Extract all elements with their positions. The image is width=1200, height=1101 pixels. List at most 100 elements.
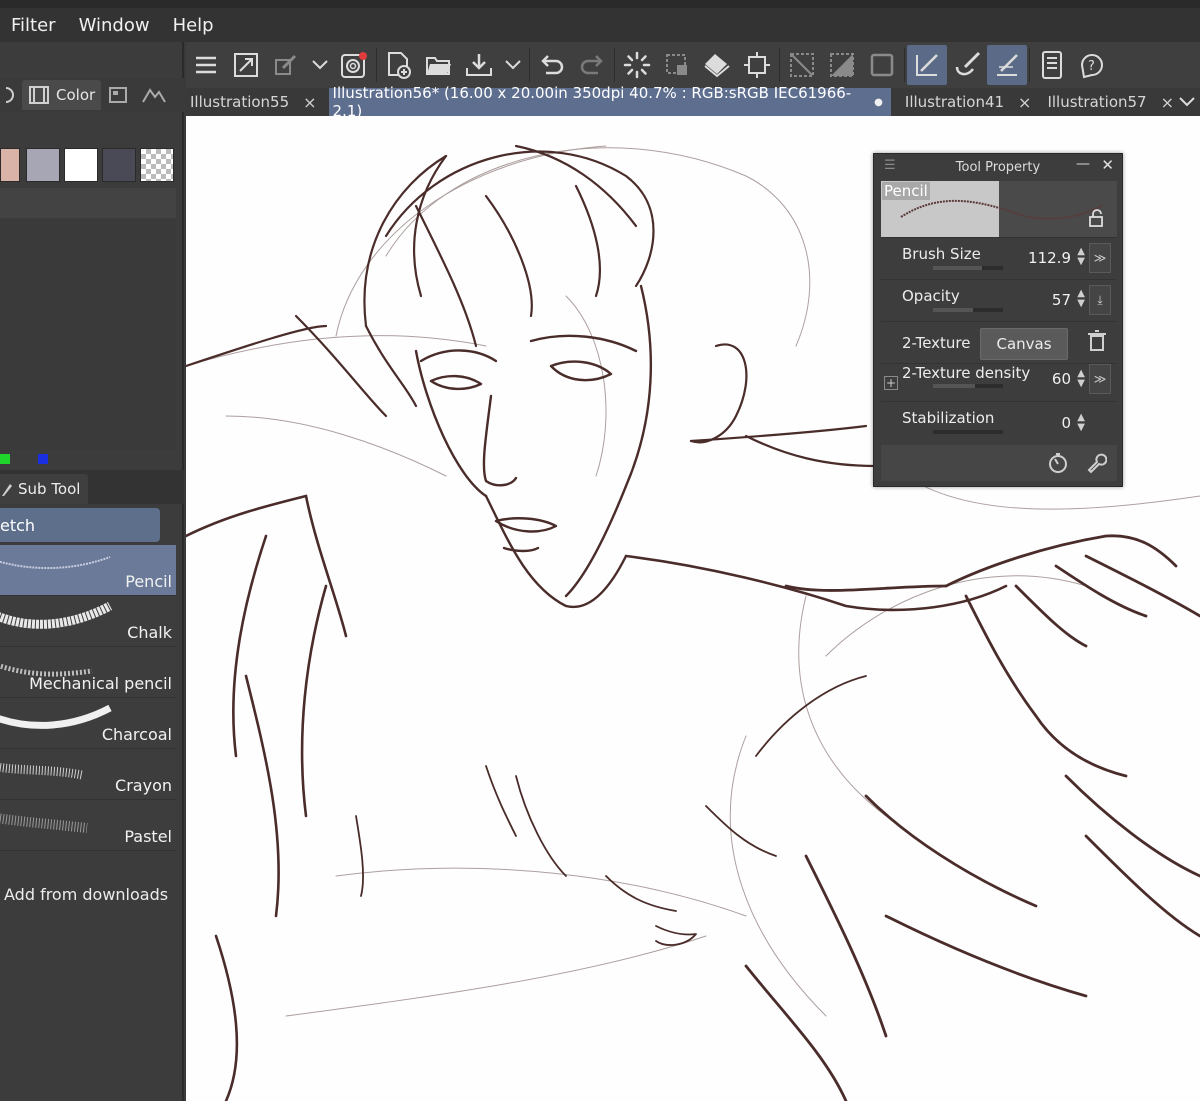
texture-density-value[interactable]: 60 <box>1052 370 1071 388</box>
open-folder-icon[interactable] <box>419 45 459 85</box>
hamburger-menu-icon[interactable] <box>186 45 226 85</box>
film-strip-icon <box>29 86 49 104</box>
redo-icon[interactable] <box>572 45 612 85</box>
brush-stroke-icon[interactable] <box>947 45 987 85</box>
spin-arrows-icon[interactable]: ▲ ▼ <box>1077 369 1085 389</box>
tab-label: Illustration57 <box>1047 93 1147 111</box>
perspective-ruler-icon[interactable] <box>987 45 1027 85</box>
texture-density-row[interactable]: + 2-Texture density 60 ▲ ▼ ≫ <box>881 363 1117 403</box>
tab-sub-tool[interactable]: Sub Tool <box>0 474 89 504</box>
wrench-icon[interactable] <box>1085 452 1107 474</box>
timer-icon[interactable] <box>1047 452 1069 474</box>
new-document-icon[interactable] <box>379 45 419 85</box>
minimize-icon[interactable]: — <box>1076 156 1090 172</box>
brush-name: Pastel <box>124 827 172 846</box>
color-wheel-tab[interactable] <box>0 80 22 110</box>
save-tray-icon[interactable] <box>459 45 499 85</box>
brush-item-pencil[interactable]: Pencil <box>0 545 176 596</box>
tab-overflow-chevron-icon[interactable] <box>1178 93 1200 112</box>
brush-item-pastel[interactable]: Pastel <box>0 800 176 851</box>
spin-arrows-icon[interactable]: ▲ ▼ <box>1077 289 1085 309</box>
selection-outline-icon[interactable] <box>862 45 902 85</box>
tab-illustration55[interactable]: Illustration55 × <box>186 88 321 116</box>
swatch-dark[interactable] <box>102 148 136 182</box>
opacity-row[interactable]: Opacity 57 ▲ ▼ ⤓ <box>881 279 1117 319</box>
menu-window[interactable]: Window <box>68 15 162 36</box>
loading-spinner-icon[interactable] <box>617 45 657 85</box>
color-slider-area[interactable] <box>0 188 176 218</box>
opacity-slider[interactable] <box>933 308 1003 312</box>
help-icon[interactable]: ? <box>1072 45 1112 85</box>
pressure-toggle-icon[interactable]: ≫ <box>1089 243 1111 273</box>
tab-illustration41[interactable]: Illustration41 × <box>901 88 1036 116</box>
color-panel-body <box>0 218 176 450</box>
brush-size-slider[interactable] <box>933 266 1003 270</box>
subtool-group-sketch[interactable]: etch <box>0 508 160 542</box>
close-icon[interactable]: × <box>1161 93 1174 112</box>
add-from-downloads-button[interactable]: Add from downloads <box>4 885 168 904</box>
texture-density-slider[interactable] <box>933 384 1003 388</box>
brush-item-chalk[interactable]: Chalk <box>0 596 176 647</box>
stabilization-row[interactable]: Stabilization 0 ▲ ▼ <box>881 401 1117 441</box>
opacity-value[interactable]: 57 <box>1052 291 1071 309</box>
tab-illustration56[interactable]: Illustration56* (16.00 x 20.00in 350dpi … <box>328 84 891 120</box>
texture-canvas-button[interactable]: Canvas <box>980 328 1068 360</box>
brush-item-crayon[interactable]: Crayon <box>0 749 176 800</box>
brush-item-charcoal[interactable]: Charcoal <box>0 698 176 749</box>
deselect-icon[interactable] <box>782 45 822 85</box>
snap-ruler-icon[interactable] <box>907 45 947 85</box>
spiral-app-icon[interactable] <box>334 45 374 85</box>
pencil-stroke-preview <box>0 556 111 570</box>
stabilization-value[interactable]: 0 <box>1061 414 1071 432</box>
swatch-sub-color[interactable] <box>26 148 60 182</box>
svg-text:?: ? <box>1088 59 1095 74</box>
stabilization-slider[interactable] <box>933 430 1003 434</box>
brush-size-row[interactable]: Brush Size 112.9 ▲ ▼ ≫ <box>881 237 1117 277</box>
undo-icon[interactable] <box>532 45 572 85</box>
brush-size-label: Brush Size <box>902 245 981 263</box>
expand-plus-icon[interactable]: + <box>884 376 898 390</box>
pressure-toggle-icon[interactable]: ≫ <box>1089 364 1111 394</box>
swatch-main-color[interactable] <box>0 148 20 182</box>
menu-help[interactable]: Help <box>162 15 226 36</box>
close-icon[interactable]: × <box>303 93 316 112</box>
rgb-indicators <box>0 452 184 468</box>
mountain-icon <box>142 88 167 103</box>
transform-brush-icon[interactable] <box>266 45 306 85</box>
color-set-tab[interactable] <box>101 80 135 110</box>
unsaved-dot-icon[interactable]: ● <box>874 97 883 108</box>
swatch-white[interactable] <box>64 148 98 182</box>
close-icon[interactable]: ✕ <box>1101 156 1114 174</box>
subtool-group-label: etch <box>0 515 36 535</box>
spin-arrows-icon[interactable]: ▲ ▼ <box>1077 413 1085 433</box>
panel-menu-icon[interactable]: ☰ <box>884 158 896 173</box>
fill-bucket-icon[interactable] <box>697 45 737 85</box>
menu-filter[interactable]: Filter <box>0 15 68 36</box>
brush-size-value[interactable]: 112.9 <box>1028 249 1071 267</box>
green-channel-dot <box>0 454 10 464</box>
dropdown-chevron-icon[interactable] <box>306 45 334 85</box>
swatch-transparent[interactable] <box>140 148 174 182</box>
brush-item-mechanical-pencil[interactable]: Mechanical pencil <box>0 647 176 698</box>
tool-property-titlebar[interactable]: ☰ Tool Property — ✕ <box>874 154 1122 180</box>
texture-label: 2-Texture <box>902 334 971 352</box>
device-panel-icon[interactable] <box>1032 45 1072 85</box>
tab-illustration57[interactable]: Illustration57 × <box>1043 88 1178 116</box>
selection-launcher-icon[interactable] <box>657 45 697 85</box>
dropdown-chevron-icon[interactable] <box>499 45 527 85</box>
color-wheel-icon <box>6 87 14 103</box>
invert-selection-icon[interactable] <box>822 45 862 85</box>
texture-row[interactable]: 2-Texture Canvas <box>881 321 1117 363</box>
tab-color[interactable]: Color <box>22 80 102 110</box>
expand-icon[interactable] <box>226 45 266 85</box>
spin-arrows-icon[interactable]: ▲ ▼ <box>1077 247 1085 267</box>
slider-fill <box>933 308 973 312</box>
unlock-icon[interactable] <box>1087 209 1105 227</box>
download-toggle-icon[interactable]: ⤓ <box>1089 285 1111 315</box>
crayon-stroke-preview <box>0 762 83 780</box>
crop-transform-icon[interactable] <box>737 45 777 85</box>
clip-studio-window: Filter Window Help Color Sub Tool etch P… <box>0 0 1200 1101</box>
trash-icon[interactable] <box>1087 330 1107 352</box>
intermediate-color-tab[interactable] <box>135 80 173 110</box>
close-icon[interactable]: × <box>1018 93 1031 112</box>
